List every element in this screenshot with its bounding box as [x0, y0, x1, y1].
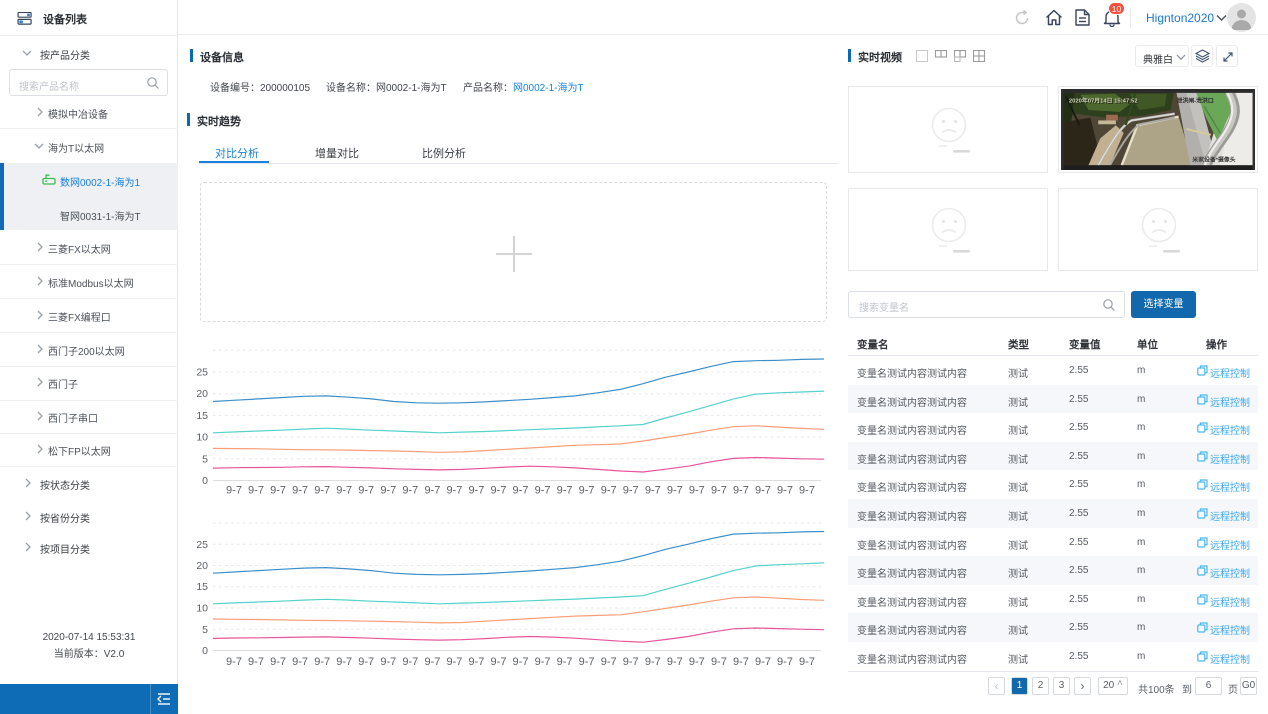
svg-text:9-7: 9-7 [755, 485, 771, 497]
svg-text:9-7: 9-7 [711, 485, 727, 497]
svg-text:9-7: 9-7 [601, 485, 617, 497]
svg-text:9-7: 9-7 [535, 485, 551, 497]
svg-text:9-7: 9-7 [336, 485, 352, 497]
svg-text:9-7: 9-7 [711, 656, 727, 668]
svg-text:9-7: 9-7 [226, 485, 242, 497]
svg-text:9-7: 9-7 [358, 485, 374, 497]
svg-text:9-7: 9-7 [446, 485, 462, 497]
svg-text:10: 10 [196, 603, 208, 615]
svg-text:25: 25 [196, 367, 208, 379]
svg-text:20: 20 [196, 560, 208, 572]
svg-text:9-7: 9-7 [557, 656, 573, 668]
svg-text:9-7: 9-7 [513, 485, 529, 497]
svg-text:9-7: 9-7 [557, 485, 573, 497]
svg-text:9-7: 9-7 [248, 656, 264, 668]
svg-text:20: 20 [196, 388, 208, 400]
svg-text:9-7: 9-7 [513, 656, 529, 668]
svg-text:9-7: 9-7 [689, 485, 705, 497]
svg-text:9-7: 9-7 [733, 485, 749, 497]
svg-text:0: 0 [202, 645, 208, 657]
svg-text:9-7: 9-7 [799, 485, 815, 497]
svg-text:9-7: 9-7 [380, 656, 396, 668]
svg-text:9-7: 9-7 [424, 656, 440, 668]
svg-text:9-7: 9-7 [402, 485, 418, 497]
svg-text:9-7: 9-7 [248, 485, 264, 497]
svg-text:10: 10 [196, 432, 208, 444]
svg-text:0: 0 [202, 475, 208, 487]
svg-text:9-7: 9-7 [535, 656, 551, 668]
svg-text:9-7: 9-7 [755, 656, 771, 668]
svg-text:9-7: 9-7 [667, 656, 683, 668]
svg-text:5: 5 [202, 624, 208, 636]
svg-text:9-7: 9-7 [336, 656, 352, 668]
svg-text:5: 5 [202, 453, 208, 465]
svg-text:泄洪闸-泄洪口: 泄洪闸-泄洪口 [1177, 96, 1214, 104]
svg-text:9-7: 9-7 [314, 485, 330, 497]
svg-text:9-7: 9-7 [402, 656, 418, 668]
svg-text:2020年07月14日 15:47:52: 2020年07月14日 15:47:52 [1069, 96, 1138, 104]
svg-text:9-7: 9-7 [270, 485, 286, 497]
svg-text:9-7: 9-7 [645, 656, 661, 668]
svg-text:9-7: 9-7 [491, 485, 507, 497]
svg-text:9-7: 9-7 [292, 485, 308, 497]
svg-text:米家设备*摄像头: 米家设备*摄像头 [1191, 156, 1236, 164]
svg-text:9-7: 9-7 [777, 656, 793, 668]
svg-text:9-7: 9-7 [446, 656, 462, 668]
svg-text:9-7: 9-7 [579, 485, 595, 497]
svg-text:9-7: 9-7 [777, 485, 793, 497]
svg-text:9-7: 9-7 [468, 485, 484, 497]
svg-text:9-7: 9-7 [645, 485, 661, 497]
svg-text:15: 15 [196, 581, 208, 593]
svg-text:9-7: 9-7 [314, 656, 330, 668]
svg-text:9-7: 9-7 [270, 656, 286, 668]
svg-text:9-7: 9-7 [491, 656, 507, 668]
svg-text:9-7: 9-7 [601, 656, 617, 668]
svg-text:9-7: 9-7 [468, 656, 484, 668]
svg-text:9-7: 9-7 [689, 656, 705, 668]
svg-text:9-7: 9-7 [358, 656, 374, 668]
svg-text:9-7: 9-7 [292, 656, 308, 668]
svg-text:9-7: 9-7 [623, 485, 639, 497]
svg-text:9-7: 9-7 [424, 485, 440, 497]
svg-text:9-7: 9-7 [226, 656, 242, 668]
svg-text:25: 25 [196, 539, 208, 551]
svg-text:9-7: 9-7 [579, 656, 595, 668]
svg-text:9-7: 9-7 [667, 485, 683, 497]
svg-text:9-7: 9-7 [623, 656, 639, 668]
svg-text:9-7: 9-7 [799, 656, 815, 668]
svg-text:9-7: 9-7 [733, 656, 749, 668]
svg-text:9-7: 9-7 [380, 485, 396, 497]
svg-text:15: 15 [196, 410, 208, 422]
